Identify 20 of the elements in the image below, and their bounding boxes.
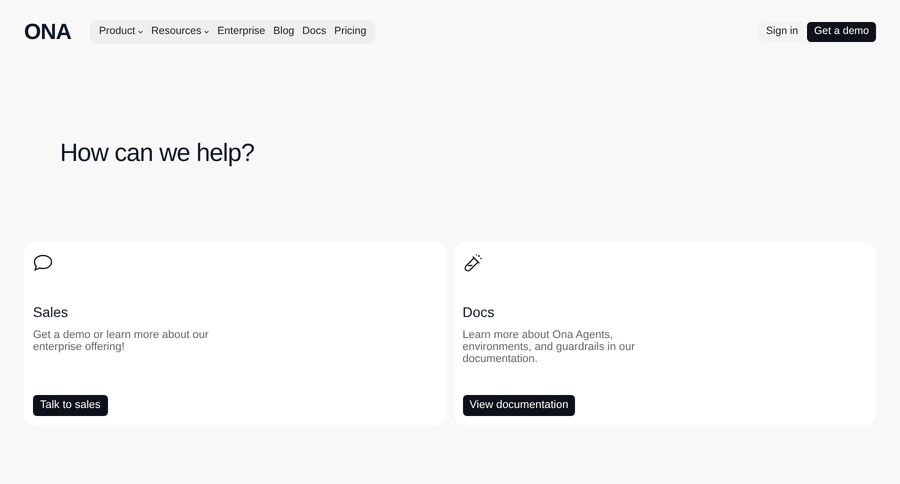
speech-bubble-icon (33, 254, 53, 272)
nav-link[interactable]: Docs (302, 24, 326, 40)
card-description: Get a demo or learn more about our enterprise offering! (33, 329, 210, 353)
test-tube-icon (462, 253, 482, 273)
chevron-down-icon (204, 30, 210, 34)
card-button[interactable]: Talk to sales (33, 395, 108, 416)
page-heading: How can we help? (60, 138, 256, 169)
nav-link[interactable]: Product (99, 24, 144, 40)
nav-link[interactable]: Enterprise (217, 24, 266, 40)
chevron-down-icon (138, 30, 144, 34)
card-description: Learn more about Ona Agents, environments, and guardrails in our documentation. (462, 329, 636, 365)
card-button[interactable]: View documentation (462, 395, 576, 416)
logo[interactable]: ONA (24, 21, 78, 43)
card-title: Sales (33, 303, 70, 321)
demo-button[interactable]: Get a demo (807, 22, 876, 42)
nav-link[interactable]: Pricing (334, 24, 366, 40)
nav-link[interactable]: Blog (273, 24, 294, 40)
nav-link[interactable]: Resources (151, 24, 210, 40)
sign-in-button[interactable]: Sign in (759, 22, 806, 42)
card-title: Docs (462, 303, 496, 321)
